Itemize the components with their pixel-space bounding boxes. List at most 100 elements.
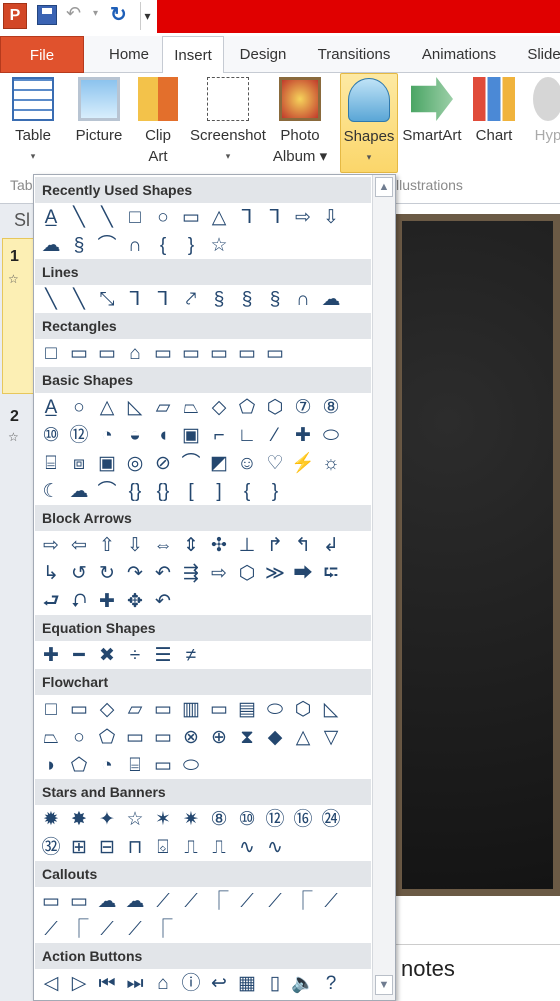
shape-icon[interactable]: ⚡ xyxy=(289,449,317,477)
slide-canvas[interactable] xyxy=(395,214,560,896)
shape-icon[interactable]: ▭ xyxy=(177,203,205,231)
undo-dropdown-icon[interactable]: ▾ xyxy=(93,8,98,19)
shape-icon[interactable]: ⤤ xyxy=(177,285,205,313)
tab-slide-show[interactable]: Slide xyxy=(520,36,560,73)
shape-icon[interactable]: ⬡ xyxy=(233,559,261,587)
shape-icon[interactable]: ⑩ xyxy=(37,421,65,449)
shape-icon[interactable]: ▭ xyxy=(149,695,177,723)
shape-icon[interactable]: ▣ xyxy=(93,449,121,477)
shape-icon[interactable]: { xyxy=(233,477,261,505)
shape-icon[interactable]: 🔈 xyxy=(289,969,317,997)
shape-icon[interactable]: ✦ xyxy=(93,805,121,833)
shape-icon[interactable]: ⑧ xyxy=(205,805,233,833)
shape-icon[interactable]: ⬠ xyxy=(93,723,121,751)
shape-icon[interactable]: ⌒ xyxy=(93,231,121,259)
shape-icon[interactable]: ∟ xyxy=(233,421,261,449)
shape-icon[interactable]: ▭ xyxy=(205,695,233,723)
shape-icon[interactable]: ⎾ xyxy=(289,887,317,915)
shape-icon[interactable]: ◔ xyxy=(93,751,121,779)
shape-icon[interactable]: ▭ xyxy=(121,723,149,751)
shape-icon[interactable]: ⮕ xyxy=(289,559,317,587)
shape-icon[interactable]: ▥ xyxy=(177,695,205,723)
shape-icon[interactable]: ⬠ xyxy=(65,751,93,779)
shape-icon[interactable]: ⮐ xyxy=(37,587,65,615)
shape-icon[interactable]: ☺ xyxy=(233,449,261,477)
shape-icon[interactable]: ⊘ xyxy=(149,449,177,477)
shape-icon[interactable]: ⌒ xyxy=(177,449,205,477)
shape-icon[interactable]: ⅂ xyxy=(121,285,149,313)
shape-icon[interactable]: {} xyxy=(121,477,149,505)
shape-icon[interactable]: ☁ xyxy=(317,285,345,313)
slide-number-2[interactable]: 2 xyxy=(10,408,19,426)
shape-icon[interactable]: ━ xyxy=(65,641,93,669)
shape-icon[interactable]: ⑦ xyxy=(289,393,317,421)
shape-icon[interactable]: ⟋ xyxy=(317,887,345,915)
shape-icon[interactable]: ↻ xyxy=(93,559,121,587)
shape-icon[interactable]: ⑧ xyxy=(317,393,345,421)
screenshot-button[interactable]: Screenshot ▾ xyxy=(186,73,270,167)
shape-icon[interactable]: ◎ xyxy=(121,449,149,477)
shape-icon[interactable]: ↷ xyxy=(121,559,149,587)
shape-icon[interactable]: ⟋ xyxy=(177,887,205,915)
tab-home[interactable]: Home xyxy=(92,36,166,73)
shape-icon[interactable]: ⬡ xyxy=(261,393,289,421)
shape-icon[interactable]: ◇ xyxy=(205,393,233,421)
shape-icon[interactable]: ▭ xyxy=(37,887,65,915)
shape-icon[interactable]: ⎾ xyxy=(205,887,233,915)
shape-icon[interactable]: ○ xyxy=(65,393,93,421)
shape-icon[interactable]: ⇩ xyxy=(121,531,149,559)
shape-icon[interactable]: ⌐ xyxy=(205,421,233,449)
shape-icon[interactable]: ∿ xyxy=(261,833,289,861)
shape-icon[interactable]: ⌺ xyxy=(149,833,177,861)
shape-icon[interactable]: ↳ xyxy=(37,559,65,587)
shape-icon[interactable]: ⏢ xyxy=(177,393,205,421)
shape-icon[interactable]: {} xyxy=(149,477,177,505)
shape-icon[interactable]: ╲ xyxy=(65,285,93,313)
scroll-up-icon[interactable]: ▲ xyxy=(375,177,393,197)
shape-icon[interactable]: ∿ xyxy=(233,833,261,861)
shape-icon[interactable]: ⬭ xyxy=(177,751,205,779)
shape-icon[interactable]: ◒ xyxy=(121,421,149,449)
shape-icon[interactable]: ⇧ xyxy=(93,531,121,559)
shape-icon[interactable]: ↲ xyxy=(317,531,345,559)
shape-icon[interactable]: ⁄ xyxy=(261,421,289,449)
shape-icon[interactable]: ▭ xyxy=(177,339,205,367)
shape-icon[interactable]: ∩ xyxy=(289,285,317,313)
shape-icon[interactable]: ⌒ xyxy=(93,477,121,505)
shape-icon[interactable]: ↺ xyxy=(65,559,93,587)
shape-icon[interactable]: A̲ xyxy=(37,203,65,231)
shape-icon[interactable]: ⇦ xyxy=(65,531,93,559)
shape-icon[interactable]: ▭ xyxy=(149,723,177,751)
scroll-down-icon[interactable]: ▼ xyxy=(375,975,393,995)
shape-icon[interactable]: ╲ xyxy=(65,203,93,231)
shape-icon[interactable]: ◆ xyxy=(261,723,289,751)
shape-icon[interactable]: ⮓ xyxy=(317,559,345,587)
tab-insert[interactable]: Insert xyxy=(162,36,224,74)
shape-icon[interactable]: ⇨ xyxy=(205,559,233,587)
shape-icon[interactable]: ☰ xyxy=(149,641,177,669)
shape-icon[interactable]: ◩ xyxy=(205,449,233,477)
shape-icon[interactable]: ☾ xyxy=(37,477,65,505)
shape-icon[interactable]: ◺ xyxy=(317,695,345,723)
shape-icon[interactable]: ☆ xyxy=(121,805,149,833)
redo-icon[interactable]: ↻ xyxy=(110,2,127,27)
shape-icon[interactable]: ⎍ xyxy=(177,833,205,861)
shape-icon[interactable]: ▭ xyxy=(93,339,121,367)
shape-icon[interactable]: ⅂ xyxy=(261,203,289,231)
shape-icon[interactable]: ⊕ xyxy=(205,723,233,751)
shape-icon[interactable]: ⇩ xyxy=(317,203,345,231)
clip-art-button[interactable]: Clip Art xyxy=(134,73,182,167)
shape-icon[interactable]: ⅂ xyxy=(233,203,261,231)
shape-icon[interactable]: § xyxy=(261,285,289,313)
shape-icon[interactable]: □ xyxy=(121,203,149,231)
shape-icon[interactable]: ▭ xyxy=(65,339,93,367)
shape-icon[interactable]: ▦ xyxy=(233,969,261,997)
shape-icon[interactable]: ? xyxy=(317,969,345,997)
shape-icon[interactable]: ⟋ xyxy=(37,915,65,943)
shape-icon[interactable]: ☁ xyxy=(65,477,93,505)
table-button[interactable]: Table ▾ xyxy=(5,73,61,167)
shape-icon[interactable]: ▭ xyxy=(261,339,289,367)
shape-icon[interactable]: □ xyxy=(37,339,65,367)
shape-icon[interactable]: [ xyxy=(177,477,205,505)
save-icon[interactable] xyxy=(37,5,57,25)
